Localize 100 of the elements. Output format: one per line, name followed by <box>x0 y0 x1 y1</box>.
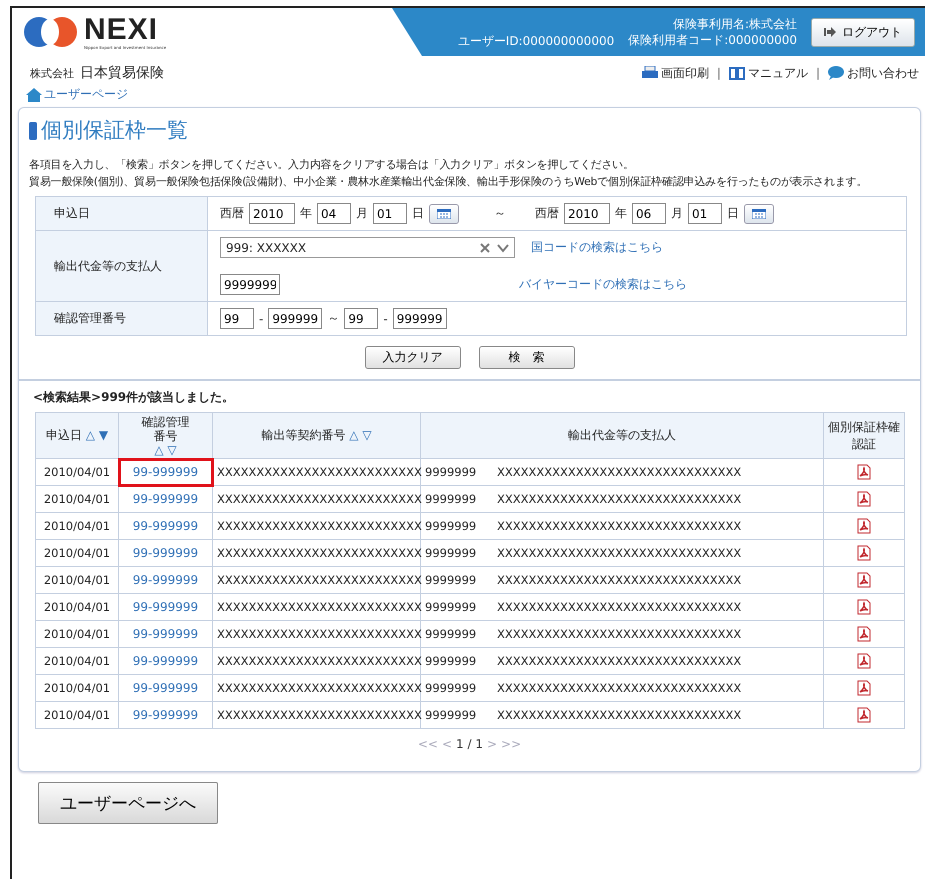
separator-text: | <box>716 66 721 80</box>
payer-name: XXXXXXXXXXXXXXXXXXXXXXXXXXXXXXX <box>497 708 742 722</box>
pdf-icon[interactable] <box>857 491 871 507</box>
sort-descending-link[interactable]: ▼ <box>98 428 108 442</box>
user-code: 保険利用者コード:000000000 <box>628 32 797 48</box>
user-page-button[interactable]: ユーザーページへ <box>38 782 218 824</box>
speech-bubble-icon <box>828 66 844 80</box>
payer-name: XXXXXXXXXXXXXXXXXXXXXXXXXXXXXXX <box>497 546 742 560</box>
company-name: 日本貿易保険 <box>80 64 164 82</box>
pdf-icon[interactable] <box>857 572 871 588</box>
input-field[interactable]: 999999 <box>392 308 447 329</box>
toolbar-link[interactable]: お問い合わせ <box>828 64 919 82</box>
sort-ascending-link[interactable]: △ <box>349 428 358 442</box>
payer-code: 9999999 <box>425 465 478 479</box>
printer-icon <box>642 66 658 80</box>
table-cell: XXXXXXXXXXXXXXXXXXXXXXXXXX <box>212 702 420 728</box>
dash-label: - <box>259 312 264 326</box>
description-text: 各項目を入力し、「検索」ボタンを押してください。入力内容をクリアする場合は「入力クリア」ボタンを押してください。 <box>29 157 635 173</box>
sort-descending-link[interactable]: ▽ <box>362 428 372 442</box>
input-field[interactable]: 2010 <box>249 203 295 224</box>
unit-label: 月 <box>356 205 368 222</box>
table-cell: XXXXXXXXXXXXXXXXXXXXXXXXXX <box>212 620 420 648</box>
number-link[interactable]: 99-999999 <box>132 627 198 641</box>
clear-icon[interactable] <box>479 242 491 252</box>
sort-ascending-link[interactable]: △ <box>154 442 164 456</box>
payer-code: 9999999 <box>425 519 478 533</box>
payer-code: 9999999 <box>425 600 478 614</box>
column-header: 個別保証枠確認証 <box>824 412 904 458</box>
number-link[interactable]: 99-999999 <box>132 681 198 695</box>
company-prefix: 株式会社 <box>30 66 74 81</box>
country-code-link[interactable]: 国コードの検索はこちら <box>531 239 663 256</box>
page-title: 個別保証枠一覧 <box>41 117 188 144</box>
title-marker-icon <box>29 120 37 140</box>
range-separator: ～ <box>494 205 506 222</box>
table-cell: 2010/04/01 <box>36 458 118 486</box>
input-field[interactable]: 2010 <box>564 203 610 224</box>
input-field[interactable]: 99 <box>220 308 254 329</box>
table-cell: 2010/04/01 <box>36 648 118 674</box>
toolbar-link[interactable]: マニュアル <box>728 64 808 82</box>
calendar-icon <box>437 208 451 218</box>
input-field[interactable]: 04 <box>317 203 351 224</box>
sort-ascending-link[interactable]: △ <box>86 428 95 442</box>
dash-label: - <box>383 312 388 326</box>
pdf-icon[interactable] <box>857 518 871 534</box>
table-cell: 2010/04/01 <box>36 620 118 648</box>
toolbar-link[interactable]: 画面印刷 <box>642 64 709 82</box>
user-id: ユーザーID:000000000000 <box>458 33 614 50</box>
logo-text: NEXI <box>84 14 160 44</box>
arrow-icon <box>824 27 836 37</box>
number-link[interactable]: 99-999999 <box>132 573 198 587</box>
range-separator: ～ <box>327 310 340 327</box>
number-link[interactable]: 99-999999 <box>132 708 198 722</box>
pdf-icon[interactable] <box>857 545 871 561</box>
result-summary: <検索結果>999件が該当しました。 <box>32 389 236 406</box>
number-link[interactable]: 99-999999 <box>132 600 198 614</box>
table-cell: XXXXXXXXXXXXXXXXXXXXXXXXXX <box>212 486 420 512</box>
buyer-code-link[interactable]: バイヤーコードの検索はこちら <box>519 276 687 293</box>
number-link[interactable]: 99-999999 <box>132 465 198 479</box>
input-field[interactable]: 01 <box>688 203 722 224</box>
pdf-icon[interactable] <box>857 464 871 480</box>
payer-code: 9999999 <box>425 492 478 506</box>
payer-name: XXXXXXXXXXXXXXXXXXXXXXXXXXXXXXX <box>497 654 742 668</box>
number-link[interactable]: 99-999999 <box>132 654 198 668</box>
table-cell: XXXXXXXXXXXXXXXXXXXXXXXXXX <box>212 512 420 540</box>
number-link[interactable]: 99-999999 <box>132 492 198 506</box>
search-button[interactable]: 検 索 <box>478 346 574 369</box>
pdf-icon[interactable] <box>857 599 871 615</box>
input-field[interactable]: 01 <box>373 203 407 224</box>
payer-name: XXXXXXXXXXXXXXXXXXXXXXXXXXXXXXX <box>497 600 742 614</box>
pdf-icon[interactable] <box>857 680 871 696</box>
breadcrumb-link[interactable]: ユーザーページ <box>44 86 128 103</box>
logout-button[interactable]: ログアウト <box>811 18 915 46</box>
country-select[interactable]: 999: XXXXXX <box>220 237 515 258</box>
logo-icon <box>22 15 80 49</box>
unit-label: 年 <box>300 205 312 222</box>
pdf-icon[interactable] <box>857 707 871 723</box>
clear-button[interactable]: 入力クリア <box>364 346 460 369</box>
unit-label: 年 <box>615 205 627 222</box>
payer-code: 9999999 <box>425 708 478 722</box>
table-cell: XXXXXXXXXXXXXXXXXXXXXXXXXX <box>212 540 420 566</box>
table-cell: XXXXXXXXXXXXXXXXXXXXXXXXXX <box>212 594 420 620</box>
table-cell: XXXXXXXXXXXXXXXXXXXXXXXXXX <box>212 648 420 674</box>
input-field[interactable]: 06 <box>632 203 666 224</box>
input-field[interactable]: 999999 <box>268 308 322 329</box>
era-label: 西暦 <box>220 205 244 222</box>
chevron-down-icon[interactable] <box>497 242 509 252</box>
number-link[interactable]: 99-999999 <box>132 546 198 560</box>
sort-descending-link[interactable]: ▽ <box>167 442 177 456</box>
table-cell: XXXXXXXXXXXXXXXXXXXXXXXXXX <box>212 566 420 594</box>
payer-code: 9999999 <box>425 546 478 560</box>
pdf-icon[interactable] <box>857 626 871 642</box>
input-field[interactable]: 99 <box>344 308 378 329</box>
payer-code: 9999999 <box>425 627 478 641</box>
number-link[interactable]: 99-999999 <box>132 519 198 533</box>
payer-code: 9999999 <box>425 654 478 668</box>
payer-name: XXXXXXXXXXXXXXXXXXXXXXXXXXXXXXX <box>497 573 742 587</box>
calendar-button[interactable] <box>429 204 459 224</box>
table-cell: 2010/04/01 <box>36 486 118 512</box>
pdf-icon[interactable] <box>857 653 871 669</box>
calendar-button[interactable] <box>744 204 774 224</box>
